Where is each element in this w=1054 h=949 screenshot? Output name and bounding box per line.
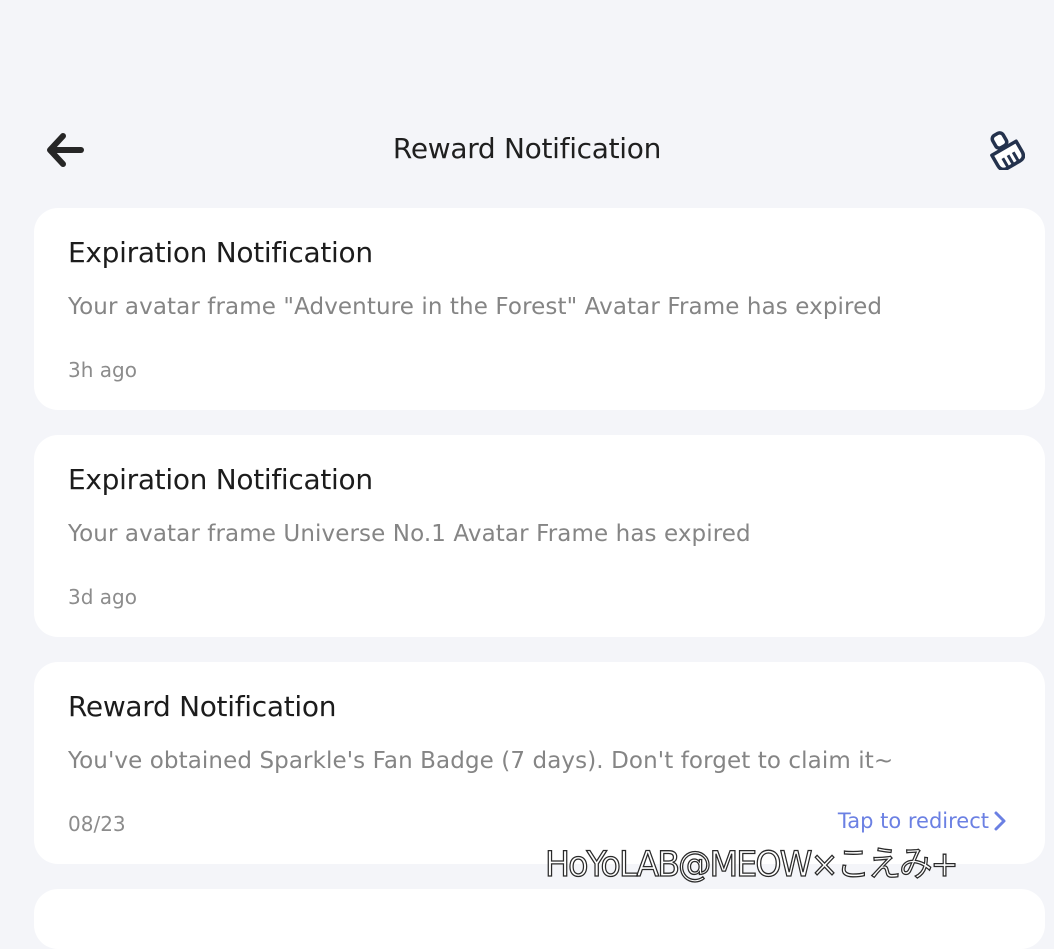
redirect-label: Tap to redirect	[837, 809, 989, 833]
notification-title: Reward Notification	[68, 690, 337, 723]
top-bar: Reward Notification	[0, 110, 1054, 190]
notification-title: Expiration Notification	[68, 236, 373, 269]
page-title: Reward Notification	[392, 132, 662, 165]
tap-to-redirect-link[interactable]: Tap to redirect	[838, 809, 1007, 833]
notification-card-partial[interactable]	[34, 889, 1045, 949]
clear-notifications-button[interactable]	[980, 128, 1030, 172]
notification-card[interactable]: Expiration Notification Your avatar fram…	[34, 435, 1045, 637]
notification-card[interactable]: Reward Notification You've obtained Spar…	[34, 662, 1045, 864]
notification-time: 08/23	[68, 812, 126, 836]
notification-time: 3h ago	[68, 358, 137, 382]
watermark-text: HoYoLAB@MEOW×こえみ+	[544, 844, 959, 885]
notification-message: You've obtained Sparkle's Fan Badge (7 d…	[68, 748, 894, 774]
notification-card[interactable]: Expiration Notification Your avatar fram…	[34, 208, 1045, 410]
notification-message: Your avatar frame "Adventure in the Fore…	[68, 294, 883, 320]
notification-title: Expiration Notification	[68, 463, 373, 496]
notification-message: Your avatar frame Universe No.1 Avatar F…	[68, 521, 751, 547]
chevron-right-icon	[994, 811, 1006, 831]
broom-icon	[990, 131, 1025, 170]
notification-time: 3d ago	[68, 585, 137, 609]
